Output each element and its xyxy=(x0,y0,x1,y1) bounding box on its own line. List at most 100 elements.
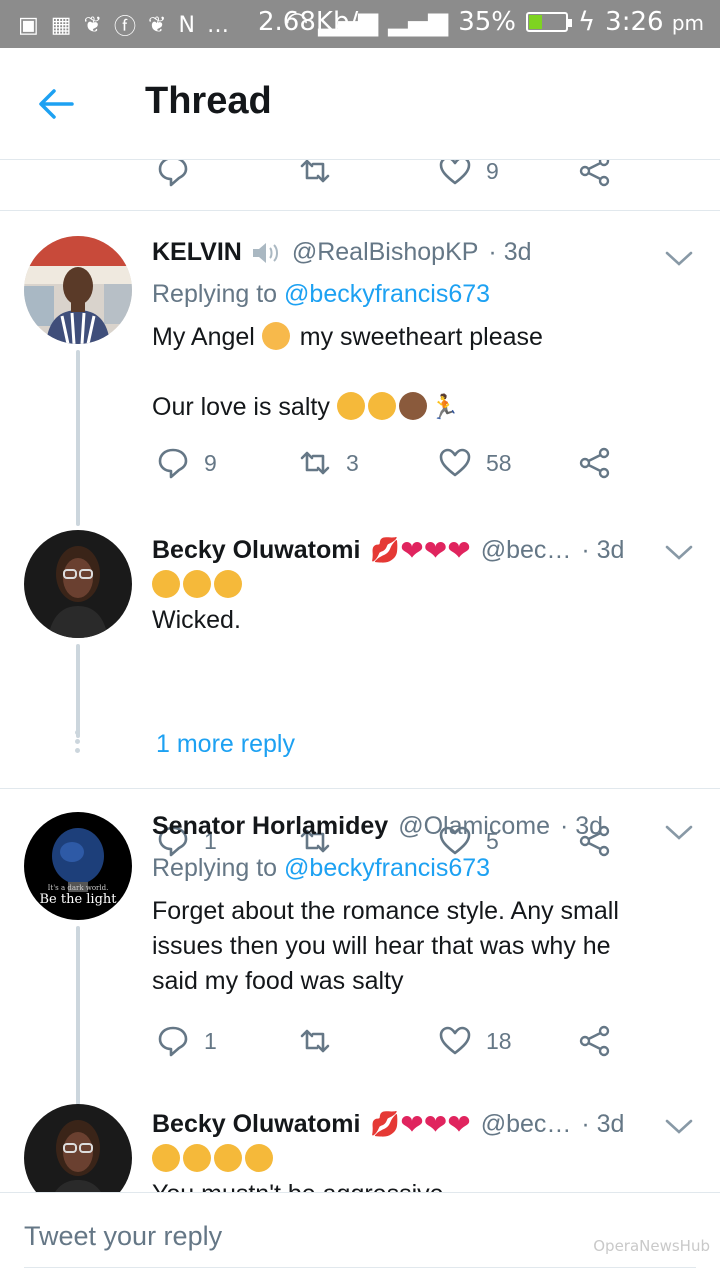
share-button[interactable] xyxy=(578,1024,612,1058)
like-button[interactable]: 9 xyxy=(438,160,499,188)
display-name[interactable]: KELVIN xyxy=(152,238,242,267)
tears-of-joy-emoji-icon xyxy=(245,1144,273,1172)
tweet-time: · 3d xyxy=(488,238,532,266)
divider xyxy=(0,210,720,211)
reply-icon xyxy=(158,1026,188,1057)
tweet-text-line: Wicked. xyxy=(152,606,241,634)
tweet-text-line: Our love is salty xyxy=(152,393,330,421)
emoji-row xyxy=(152,568,672,603)
retweet-button[interactable]: 3 xyxy=(298,446,359,480)
tweet-header: Becky Oluwatomi 💋 ❤❤❤ @bec… · 3d xyxy=(152,1108,624,1141)
avatar[interactable] xyxy=(24,530,132,638)
status-bar: ▣ ▦ ❦ ⓕ ❦ N … 2.68Kb/s ◠ ▂▄▆ ▂▄▆ 35% ϟ 3… xyxy=(0,0,720,48)
retweet-button[interactable] xyxy=(298,1024,332,1058)
emoji-row xyxy=(152,1142,672,1177)
clock: 3:26 xyxy=(605,7,664,37)
replying-to-link[interactable]: @beckyfrancis673 xyxy=(284,280,490,308)
username[interactable]: @bec… xyxy=(481,536,572,565)
avatar[interactable] xyxy=(24,236,132,344)
replying-to-link[interactable]: @beckyfrancis673 xyxy=(284,854,490,882)
reply-count: 1 xyxy=(204,1027,217,1054)
tweet-text-line: You mustn't be aggressive xyxy=(152,1177,672,1192)
n-icon: N xyxy=(178,12,195,38)
display-name[interactable]: Senator Horlamidey xyxy=(152,812,388,841)
replying-to: Replying to @beckyfrancis673 xyxy=(152,854,490,883)
battery-icon xyxy=(526,12,572,32)
retweet-icon xyxy=(300,160,330,183)
thread-line xyxy=(76,644,80,738)
username[interactable]: @bec… xyxy=(481,1110,572,1139)
username[interactable]: @Olamicome xyxy=(398,812,550,841)
tweet-time: · 3d xyxy=(581,1110,625,1138)
twitter-icon: ❦ xyxy=(83,12,103,38)
replying-label: Replying to xyxy=(152,854,278,882)
chevron-down-icon[interactable] xyxy=(664,542,694,562)
blush-emoji-icon xyxy=(261,322,290,350)
avatar-text: Be the light xyxy=(39,892,117,907)
share-icon xyxy=(579,1025,610,1057)
tweet-time: · 3d xyxy=(559,812,604,840)
share-button[interactable] xyxy=(578,446,612,480)
tears-of-joy-emoji-icon xyxy=(214,1144,242,1172)
share-icon xyxy=(579,447,610,479)
tweet-header: KELVIN @RealBishopKP · 3d xyxy=(152,238,532,267)
share-button[interactable] xyxy=(578,160,612,188)
tweet-text-line: My Angel xyxy=(152,323,255,351)
tears-of-joy-emoji-icon xyxy=(183,570,211,598)
chevron-down-icon[interactable] xyxy=(664,822,694,842)
heart-icon xyxy=(439,448,471,477)
retweet-count: 3 xyxy=(346,449,359,476)
tears-of-joy-emoji-icon xyxy=(214,570,242,598)
notification-icons: ▣ ▦ ❦ ⓕ ❦ N … xyxy=(18,9,229,41)
lips-emoji-icon: 💋 xyxy=(370,1111,401,1138)
username[interactable]: @RealBishopKP xyxy=(292,238,479,267)
replying-label: Replying to xyxy=(152,280,278,308)
reply-input[interactable] xyxy=(24,1221,464,1252)
rofl-emoji-icon xyxy=(336,392,365,420)
avatar[interactable]: It's a dark world. Be the light xyxy=(24,812,132,920)
tweet-text: My Angel my sweetheart please Our love i… xyxy=(152,320,672,425)
heart-icon xyxy=(439,160,471,185)
reply-underline xyxy=(24,1267,696,1268)
reply-button[interactable]: 1 xyxy=(156,1024,217,1058)
retweet-icon xyxy=(300,451,330,475)
tweet-header: Senator Horlamidey @Olamicome · 3d xyxy=(152,812,603,841)
reply-icon xyxy=(158,160,188,187)
clock-ampm: pm xyxy=(671,11,704,35)
like-button[interactable]: 18 xyxy=(438,1024,512,1058)
display-name[interactable]: Becky Oluwatomi xyxy=(152,1110,360,1139)
app-icon: ▦ xyxy=(50,12,72,38)
avatar[interactable] xyxy=(24,1104,132,1192)
lips-emoji-icon: 💋 xyxy=(370,537,401,564)
monkey-emoji-icon xyxy=(398,392,427,420)
back-arrow-icon[interactable] xyxy=(36,84,76,124)
display-name[interactable]: Becky Oluwatomi xyxy=(152,536,360,565)
share-icon xyxy=(579,160,610,187)
retweet-button[interactable] xyxy=(298,160,332,188)
tears-of-joy-emoji-icon xyxy=(152,1144,180,1172)
more-replies-link[interactable]: 1 more reply xyxy=(156,730,295,759)
watermark: OperaNewsHub xyxy=(593,1237,710,1255)
thread-line xyxy=(76,350,80,526)
like-button[interactable]: 58 xyxy=(438,446,512,480)
battery-percent: 35% xyxy=(458,7,516,37)
thread-list[interactable]: 9 KELVIN @RealBishopKP · 3d Replying to … xyxy=(0,160,720,1192)
tweet-actions: 1 18 xyxy=(0,1024,720,1064)
hearts-emoji-icon: ❤❤❤ xyxy=(400,1109,471,1140)
replying-to: Replying to @beckyfrancis673 xyxy=(152,280,490,309)
tears-of-joy-emoji-icon xyxy=(152,570,180,598)
twitter-icon-2: ❦ xyxy=(148,12,167,38)
chevron-down-icon[interactable] xyxy=(664,1116,694,1136)
heart-icon xyxy=(439,1026,471,1055)
previous-tweet-actions: 9 xyxy=(0,160,720,194)
tweet-text: Forget about the romance style. Any smal… xyxy=(152,897,619,995)
retweet-icon xyxy=(300,1029,330,1053)
reply-button[interactable]: 9 xyxy=(156,446,217,480)
tears-of-joy-emoji-icon xyxy=(183,1144,211,1172)
facebook-icon: ⓕ xyxy=(114,15,137,40)
avatar-text-small: It's a dark world. xyxy=(47,884,109,892)
like-count: 9 xyxy=(486,160,499,184)
tweet-actions: 9 3 58 xyxy=(0,446,720,486)
chevron-down-icon[interactable] xyxy=(664,248,694,268)
reply-button[interactable] xyxy=(156,160,190,188)
